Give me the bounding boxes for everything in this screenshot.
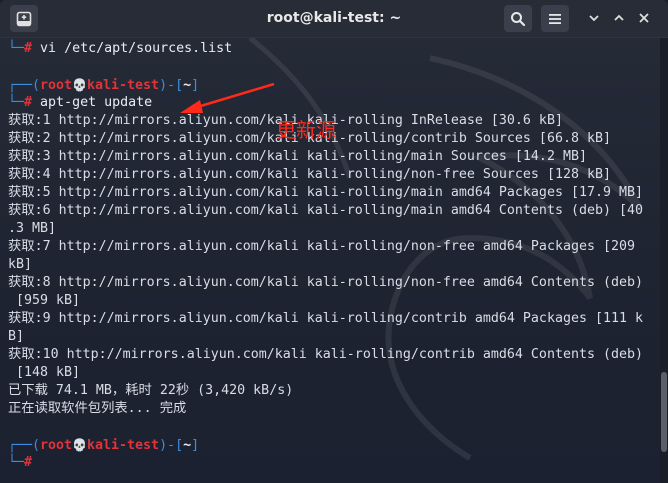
terminal-output-area[interactable]: └─# vi /etc/apt/sources.list ┌──(root💀ka… (0, 38, 660, 483)
output-line: 获取:10 http://mirrors.aliyun.com/kali kal… (8, 347, 644, 362)
maximize-icon (614, 14, 624, 21)
prompt-dir: ~ (183, 438, 192, 453)
output-line: 获取:6 http://mirrors.aliyun.com/kali kali… (8, 203, 644, 218)
prompt-host: kali-test (87, 438, 160, 453)
annotation-arrow-icon (180, 82, 275, 113)
output-line: [148 kB] (8, 365, 81, 380)
close-button[interactable] (636, 10, 652, 26)
hamburger-menu-icon (549, 13, 561, 24)
prompt-symbol: # (24, 41, 33, 56)
output-line: kB] (8, 257, 33, 272)
output-line: 获取:3 http://mirrors.aliyun.com/kali kali… (8, 149, 587, 164)
prompt-symbol: # (24, 455, 33, 470)
minimize-icon (589, 15, 599, 22)
output-line: 获取:8 http://mirrors.aliyun.com/kali kali… (8, 275, 644, 290)
prompt-corner: └─ (8, 455, 25, 470)
command-line: └─# apt-get update (8, 94, 656, 112)
previous-command-line: └─# vi /etc/apt/sources.list (8, 40, 656, 58)
terminal-lines: └─# vi /etc/apt/sources.list ┌──(root💀ka… (8, 40, 656, 472)
menu-button[interactable] (541, 5, 569, 32)
prompt-user: root (40, 78, 73, 93)
vertical-scrollbar[interactable] (660, 38, 668, 483)
prompt-host: kali-test (87, 78, 160, 93)
prompt-symbol: # (24, 95, 33, 110)
annotation-label: 更新源 (276, 118, 336, 142)
output-line: 获取:5 http://mirrors.aliyun.com/kali kali… (8, 185, 644, 200)
prompt-close: ] (191, 438, 200, 453)
output-line: 获取:9 http://mirrors.aliyun.com/kali kali… (8, 311, 644, 326)
minimize-button[interactable] (586, 10, 602, 26)
output-line: 已下载 74.1 MB，耗时 22秒 (3,420 kB/s) (8, 383, 294, 398)
title-bar: root@kali-test: ~ (0, 0, 668, 38)
prompt-open: ┌──( (8, 438, 41, 453)
output-line: [959 kB] (8, 293, 81, 308)
close-icon (639, 13, 649, 23)
prompt-line: ┌──(root💀kali-test)-[~] (8, 436, 656, 454)
prompt-line: ┌──(root💀kali-test)-[~] (8, 76, 656, 94)
command-text: apt-get update (40, 95, 153, 110)
output-line: 获取:4 http://mirrors.aliyun.com/kali kali… (8, 167, 611, 182)
previous-command: vi /etc/apt/sources.list (40, 41, 233, 56)
skull-icon: 💀 (72, 78, 88, 92)
prompt-corner: └─ (8, 95, 25, 110)
maximize-button[interactable] (611, 10, 627, 26)
output-line: 获取:7 http://mirrors.aliyun.com/kali kali… (8, 239, 635, 254)
output-line: 正在读取软件包列表... 完成 (8, 401, 187, 416)
skull-icon: 💀 (72, 438, 88, 452)
search-button[interactable] (504, 5, 532, 32)
input-line[interactable]: └─# (8, 454, 656, 472)
prompt-mid: )-[ (159, 438, 184, 453)
search-icon (511, 11, 526, 26)
output-line: B] (8, 329, 25, 344)
terminal-window: root@kali-test: ~ └─# vi /etc/apt/source… (0, 0, 668, 483)
prompt-corner: └─ (8, 41, 25, 56)
scrollbar-thumb[interactable] (661, 372, 667, 452)
output-line: .3 MB] (8, 221, 57, 236)
prompt-user: root (40, 438, 73, 453)
prompt-open: ┌──( (8, 78, 41, 93)
